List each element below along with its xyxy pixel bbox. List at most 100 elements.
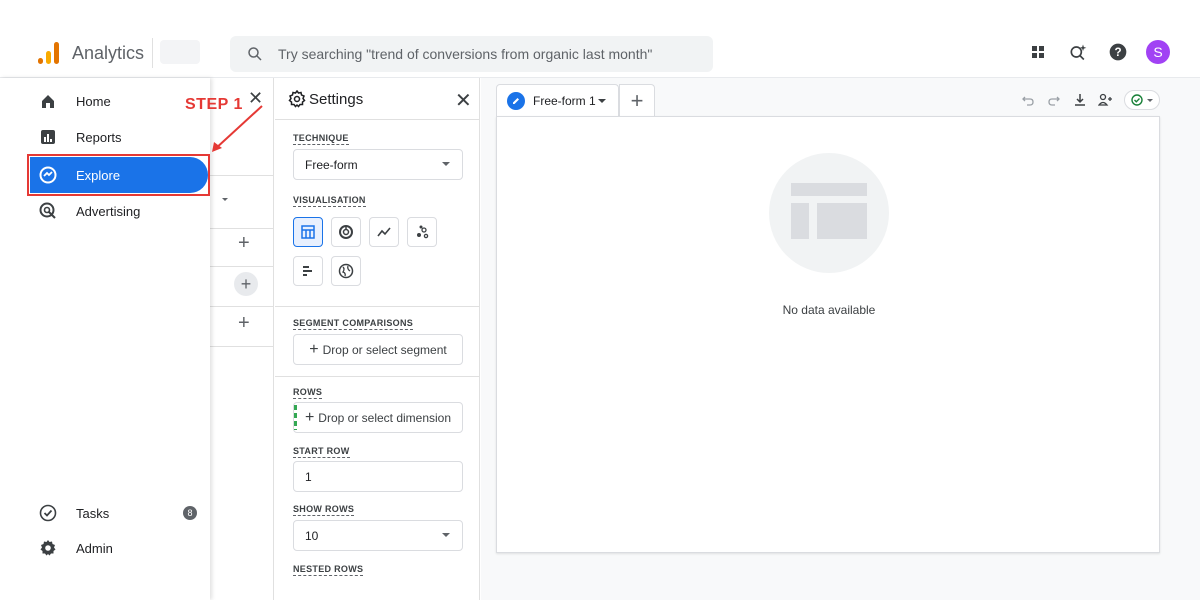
donut-viz-button[interactable] — [331, 217, 361, 247]
scatter-chart-icon — [417, 225, 429, 239]
home-icon — [38, 91, 58, 111]
divider — [210, 346, 274, 347]
plus-icon: + — [304, 408, 315, 426]
avatar[interactable]: S — [1146, 40, 1170, 64]
globe-icon — [338, 263, 354, 279]
nav-item-advertising[interactable]: Advertising — [30, 193, 208, 229]
pencil-icon — [507, 91, 525, 110]
nav-item-home[interactable]: Home — [30, 83, 208, 119]
technique-select[interactable]: Free-form — [293, 149, 463, 180]
start-row-input[interactable]: 1 — [293, 461, 463, 492]
apps-grid-icon[interactable] — [1026, 40, 1050, 64]
add-metric-icon[interactable]: + — [234, 272, 258, 296]
settings-panel: Settings ✕ TECHNIQUE Free-form VISUALISA… — [275, 78, 480, 600]
bar-chart-icon — [303, 266, 312, 276]
nav-label-reports: Reports — [76, 129, 122, 145]
nav-label-admin: Admin — [76, 540, 113, 556]
line-viz-button[interactable] — [369, 217, 399, 247]
add-dimension-icon[interactable]: + — [238, 232, 250, 255]
segment-drop-zone[interactable]: + Drop or select segment — [293, 334, 463, 365]
divider — [210, 266, 274, 267]
check-circle-icon — [1131, 94, 1143, 106]
help-icon[interactable]: ? — [1106, 40, 1130, 64]
nav-label-advertising: Advertising — [76, 203, 141, 219]
search-insights-icon[interactable] — [1066, 40, 1090, 64]
show-rows-value: 10 — [305, 528, 319, 543]
svg-text:?: ? — [1114, 46, 1121, 59]
settings-header: Settings ✕ — [275, 78, 479, 120]
add-item-icon[interactable]: + — [238, 312, 250, 335]
tab-free-form-1[interactable]: Free-form 1 — [496, 84, 619, 116]
empty-state-illustration — [769, 153, 889, 273]
redo-icon[interactable] — [1046, 92, 1062, 108]
line-chart-icon — [377, 227, 391, 237]
exploration-canvas: Free-form 1 + No data available — [481, 78, 1200, 600]
divider — [210, 228, 274, 229]
nav-item-tasks[interactable]: Tasks — [30, 495, 208, 531]
top-bar: Analytics Try searching "trend of conver… — [0, 0, 1200, 78]
chevron-down-icon — [1147, 98, 1153, 102]
nav-label-home: Home — [76, 93, 111, 109]
download-icon[interactable] — [1072, 92, 1088, 108]
settings-gear-icon — [288, 90, 306, 108]
chevron-down-icon — [442, 162, 450, 166]
canvas-toolbar — [1020, 90, 1160, 110]
chevron-down-icon[interactable] — [598, 99, 606, 103]
visualisation-label: VISUALISATION — [293, 195, 366, 207]
nav-label-tasks: Tasks — [76, 505, 110, 521]
segment-drop-text: Drop or select segment — [322, 342, 447, 357]
scatter-viz-button[interactable] — [407, 217, 437, 247]
table-icon — [301, 225, 315, 239]
advertising-icon — [38, 201, 58, 221]
empty-board: No data available — [496, 116, 1160, 553]
plus-icon: + — [309, 340, 319, 358]
table-viz-button[interactable] — [293, 217, 323, 247]
chevron-down-icon[interactable] — [222, 198, 228, 201]
annotation-arrow-icon — [212, 105, 263, 152]
explore-highlight-box — [27, 154, 210, 196]
nav-item-reports[interactable]: Reports — [30, 119, 208, 155]
start-row-value: 1 — [305, 469, 312, 484]
divider — [275, 306, 479, 307]
rows-drop-zone[interactable]: + Drop or select dimension — [293, 402, 463, 433]
search-bar[interactable]: Try searching "trend of conversions from… — [230, 36, 713, 72]
divider — [275, 376, 479, 377]
settings-title: Settings — [309, 91, 364, 108]
tab-label: Free-form 1 — [533, 93, 596, 108]
show-rows-select[interactable]: 10 — [293, 520, 463, 551]
admin-gear-icon — [38, 538, 58, 558]
bar-viz-button[interactable] — [293, 256, 323, 286]
top-icons: ? S — [1026, 40, 1170, 64]
search-icon — [248, 47, 262, 61]
undo-icon[interactable] — [1020, 92, 1036, 108]
search-placeholder: Try searching "trend of conversions from… — [278, 46, 653, 62]
reports-icon — [38, 127, 58, 147]
divider — [210, 306, 274, 307]
tasks-count-badge: 8 — [183, 506, 197, 520]
analytics-logo-icon[interactable] — [38, 40, 59, 64]
divider — [210, 175, 274, 176]
add-tab-button[interactable]: + — [619, 84, 655, 116]
technique-label: TECHNIQUE — [293, 133, 349, 145]
technique-value: Free-form — [305, 157, 358, 172]
drop-indicator — [294, 405, 297, 430]
show-rows-label: SHOW ROWS — [293, 504, 355, 516]
nested-rows-label: NESTED ROWS — [293, 564, 364, 576]
share-users-icon[interactable] — [1098, 92, 1114, 108]
empty-message: No data available — [782, 303, 876, 317]
account-selector[interactable] — [160, 40, 200, 64]
start-row-label: START ROW — [293, 446, 350, 458]
rows-drop-text: Drop or select dimension — [318, 410, 452, 425]
segment-comparisons-label: SEGMENT COMPARISONS — [293, 318, 414, 330]
geo-viz-button[interactable] — [331, 256, 361, 286]
chevron-down-icon — [442, 533, 450, 537]
tasks-icon — [38, 503, 58, 523]
save-status-dropdown[interactable] — [1124, 90, 1160, 110]
close-settings-icon[interactable]: ✕ — [455, 88, 472, 113]
donut-chart-icon — [339, 225, 353, 239]
empty-table-icon — [791, 183, 867, 239]
app-title[interactable]: Analytics — [72, 43, 144, 64]
rows-label: ROWS — [293, 387, 323, 399]
title-divider — [152, 38, 153, 68]
nav-item-admin[interactable]: Admin — [30, 530, 208, 566]
